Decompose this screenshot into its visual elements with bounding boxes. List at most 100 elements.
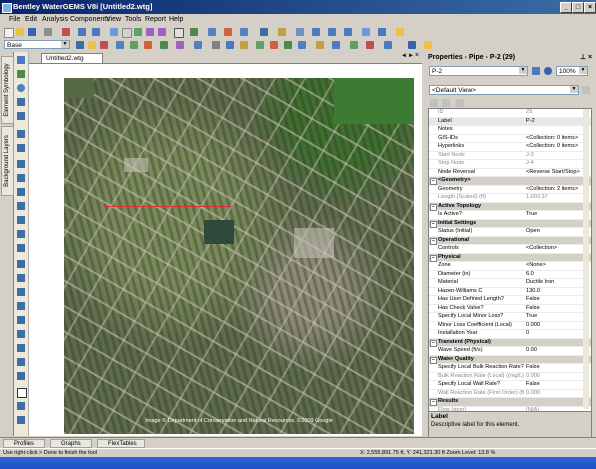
menu-edit[interactable]: Edit [25,14,37,25]
hydrant-icon[interactable] [17,98,25,106]
collapse-icon[interactable]: − [430,399,437,406]
tab-next-icon[interactable]: ► [408,53,414,59]
property-row[interactable]: Diameter (in) 6.0 [429,271,591,279]
property-row[interactable]: Hyperlinks <Collection: 0 items> [429,143,591,152]
collapse-icon[interactable]: − [430,237,437,245]
property-row[interactable]: Notes [429,126,591,135]
menu-report[interactable]: Report [145,14,166,25]
property-value[interactable]: False [526,305,590,313]
menu-tools[interactable]: Tools [125,14,141,25]
zoom-out-icon[interactable] [158,28,166,36]
table-icon[interactable] [208,28,216,36]
collapse-icon[interactable]: − [430,203,437,211]
property-value[interactable]: <Collection: 0 items> [526,143,590,151]
collapse-icon[interactable]: − [430,254,437,262]
property-row[interactable]: GIS-IDs <Collection: 0 items> [429,135,591,143]
controls-icon[interactable] [212,41,220,49]
help-icon[interactable] [384,41,392,49]
validate-icon[interactable] [116,41,124,49]
property-value[interactable]: 29 [526,109,590,117]
isolation-valve-icon[interactable] [17,274,25,282]
property-row[interactable]: Geometry <Collection: 2 items> [429,186,591,194]
property-value[interactable]: False [526,296,590,304]
profile-icon[interactable] [278,28,286,36]
property-value[interactable]: 130.0 [526,288,590,296]
pipe-p2[interactable] [104,206,232,207]
darwin-icon[interactable] [256,41,264,49]
spot-elevation-icon[interactable] [17,288,25,296]
fcv-icon[interactable] [17,230,25,238]
dropdown-tool-icon[interactable] [396,28,404,36]
select-icon[interactable] [110,28,118,36]
customer-meter-icon[interactable] [17,358,25,366]
properties-zoom-select[interactable]: 100% ▼ [556,66,588,76]
results-icon[interactable] [378,28,386,36]
tab-graphs[interactable]: Graphs [50,439,92,448]
energy-icon[interactable] [240,41,248,49]
collapse-icon[interactable]: − [430,356,437,364]
property-row[interactable]: Specify Local Wall Rate? False [429,381,591,390]
model-builder-icon[interactable] [160,41,168,49]
property-row[interactable]: Wave Speed (ft/s) 0.00 [429,347,591,356]
property-row[interactable]: Material Ductile Iron [429,279,591,288]
scenario-combo[interactable]: Base ▼ [4,40,70,49]
property-value[interactable]: Open [526,228,590,236]
menu-view[interactable]: View [106,14,121,25]
scenario-icon[interactable] [312,28,320,36]
property-pages-icon[interactable] [456,99,464,107]
pin-icon[interactable]: ⊥ [580,52,586,63]
more-tools-icon[interactable] [424,41,432,49]
calculate-icon[interactable] [362,28,370,36]
scenario-manager-icon[interactable] [76,41,84,49]
property-value[interactable]: <Collection> [526,245,590,253]
property-row[interactable]: Wall Reaction Rate (First Order) (ft/s) 0… [429,390,591,398]
property-value[interactable]: True [526,211,590,219]
thiessen-icon[interactable] [316,41,324,49]
property-category[interactable]: − <Geometry> [429,177,591,186]
options-icon[interactable] [344,28,352,36]
property-row[interactable]: Node Reversal <Reverse Start/Stop> [429,169,591,177]
zoom-extents-icon[interactable] [122,28,132,38]
air-valve-icon[interactable] [17,330,25,338]
scada-element-icon[interactable] [17,372,25,380]
tab-element-symbology[interactable]: Element Symbology [1,56,14,124]
property-row[interactable]: Specify Local Bulk Reaction Rate? False [429,364,591,373]
property-value[interactable]: 0 [526,330,590,338]
property-value[interactable]: False [526,364,590,372]
criticality-icon[interactable] [332,41,340,49]
surge-tank-icon[interactable] [17,316,25,324]
find-element-icon[interactable] [532,67,540,75]
layout-icon[interactable] [240,28,248,36]
collapse-icon[interactable]: − [430,339,437,347]
panel-close-icon[interactable]: × [588,52,592,63]
property-value[interactable]: 0.000 [526,390,590,398]
property-category[interactable]: − Water Quality [429,355,591,364]
loadbuilder-icon[interactable] [284,41,292,49]
open-icon[interactable] [16,28,24,36]
property-value[interactable]: 0.000 [526,322,590,330]
pan-icon[interactable] [134,28,142,36]
alphabetical-icon[interactable] [442,99,450,107]
categorized-icon[interactable] [430,99,438,107]
border-icon[interactable] [17,388,27,398]
demand-icon[interactable] [176,41,184,49]
pressure-zone-icon[interactable] [366,41,374,49]
pump-icon[interactable] [17,144,25,152]
tab-close-icon[interactable]: × [415,52,419,59]
property-value[interactable]: J-4 [526,160,590,168]
property-row[interactable]: Start Node J-3 [429,152,591,160]
menu-file[interactable]: File [9,14,20,25]
property-category[interactable]: − Initial Settings [429,219,591,228]
scada-icon[interactable] [350,41,358,49]
collapse-icon[interactable]: − [430,178,437,185]
vsp-icon[interactable] [17,174,25,182]
property-row[interactable]: Zone <None> [429,262,591,271]
pbv-icon[interactable] [17,216,25,224]
property-value[interactable]: P-2 [526,118,590,126]
zoom-in-icon[interactable] [146,28,154,36]
property-row[interactable]: Length (Scaled) (ft) 1,003.37 [429,194,591,203]
property-value[interactable]: 0.000 [526,373,590,381]
gpv-icon[interactable] [17,260,25,268]
property-row[interactable]: ID 29 [429,109,591,118]
flextable-icon[interactable] [296,28,304,36]
